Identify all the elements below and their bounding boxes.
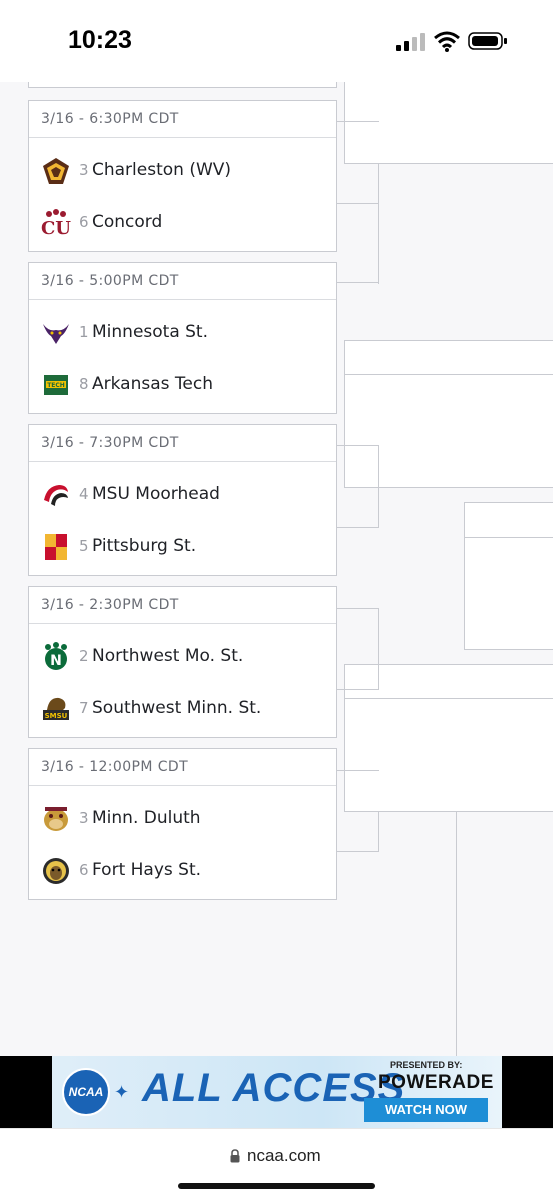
game-time: 3/16 - 7:30PM CDT [29,425,336,462]
status-time: 10:23 [68,26,132,54]
minn-duluth-logo-icon [44,807,68,831]
team-name: Minn. Duluth [92,808,201,828]
team-seed: 4 [79,485,89,503]
game-card[interactable]: 3/16 - 12:00PM CDT 3 Minn. Duluth 6 Fort… [28,748,337,900]
team-name: Minnesota St. [92,322,209,342]
team-name: Charleston (WV) [92,160,232,180]
team-row[interactable]: 6 Fort Hays St. [29,846,336,898]
battery-icon [468,32,507,50]
sparkle-icon: ✦ [114,1082,130,1102]
team-name: Pittsburg St. [92,536,197,556]
northwest-mo-st-logo-icon: N [45,642,67,670]
team-row[interactable]: 3 Charleston (WV) [29,146,336,198]
lock-icon [230,1149,240,1163]
round2-game-box[interactable] [344,82,553,164]
game-card[interactable]: 3/16 - 6:30PM CDT 3 Charleston (WV) CU 6… [28,100,337,252]
arkansas-tech-logo-icon: TECH [44,375,68,395]
team-seed: 7 [79,699,89,717]
wifi-icon [434,31,460,52]
round2-game-box[interactable] [344,340,553,488]
svg-text:N: N [50,653,62,669]
game-time: 3/16 - 5:00PM CDT [29,263,336,300]
ad-presented-by: PRESENTED BY: [390,1060,463,1070]
team-seed: 5 [79,537,89,555]
team-name: MSU Moorhead [92,484,220,504]
southwest-minn-st-logo-icon: SMSU [43,697,69,720]
ad-sponsor: POWERADE [378,1072,494,1093]
svg-text:CU: CU [41,218,71,238]
team-name: Northwest Mo. St. [92,646,244,666]
game-time: 3/16 - 12:00PM CDT [29,749,336,786]
status-bar: 10:23 [0,0,553,82]
team-row[interactable]: SMSU 7 Southwest Minn. St. [29,684,336,736]
game-card[interactable]: 3/16 - 2:30PM CDT N 2 Northwest Mo. St. … [28,586,337,738]
ad-creative[interactable]: NCAA ✦ ALL ACCESS PRESENTED BY: POWERADE… [52,1056,502,1128]
team-name: Arkansas Tech [92,374,213,394]
team-name: Southwest Minn. St. [92,698,262,718]
team-row[interactable]: 5 Pittsburg St. [29,522,336,574]
cellular-signal-icon [396,33,425,51]
team-name: Fort Hays St. [92,860,202,880]
team-seed: 2 [79,647,89,665]
watch-now-button[interactable]: WATCH NOW [364,1098,488,1122]
team-row[interactable]: TECH 8 Arkansas Tech [29,360,336,412]
team-seed: 6 [79,213,89,231]
team-seed: 3 [79,161,89,179]
game-time: 3/16 - 6:30PM CDT [29,101,336,138]
game-card[interactable]: 3/16 - 7:30PM CDT 4 MSU Moorhead 5 Pitts… [28,424,337,576]
minnesota-st-logo-icon [43,324,69,344]
team-seed: 8 [79,375,89,393]
pittsburg-st-logo-icon [45,534,67,560]
home-indicator[interactable] [178,1183,375,1189]
browser-url-bar[interactable]: ncaa.com [0,1128,553,1200]
team-seed: 6 [79,861,89,879]
previous-game-box[interactable] [28,82,337,88]
team-row[interactable]: 4 MSU Moorhead [29,470,336,522]
team-row[interactable]: N 2 Northwest Mo. St. [29,632,336,684]
fort-hays-st-logo-icon [43,858,69,884]
url-text[interactable]: ncaa.com [247,1146,321,1166]
team-name: Concord [92,212,163,232]
team-seed: 3 [79,809,89,827]
team-row[interactable]: 1 Minnesota St. [29,308,336,360]
charleston-logo-icon [43,158,69,184]
svg-text:SMSU: SMSU [45,712,68,720]
round2-game-box[interactable] [344,664,553,812]
ncaa-logo: NCAA [62,1068,110,1116]
team-seed: 1 [79,323,89,341]
team-row[interactable]: 3 Minn. Duluth [29,794,336,846]
game-time: 3/16 - 2:30PM CDT [29,587,336,624]
msu-moorhead-logo-icon [44,485,68,506]
round3-game-box[interactable] [464,502,553,650]
team-row[interactable]: CU 6 Concord [29,198,336,250]
svg-text:TECH: TECH [47,382,65,389]
ad-banner[interactable]: NCAA ✦ ALL ACCESS PRESENTED BY: POWERADE… [0,1056,553,1128]
game-card[interactable]: 3/16 - 5:00PM CDT 1 Minnesota St. TECH 8… [28,262,337,414]
bracket-area[interactable]: 3/16 - 6:30PM CDT 3 Charleston (WV) CU 6… [0,82,553,1056]
concord-logo-icon: CU [41,209,71,238]
